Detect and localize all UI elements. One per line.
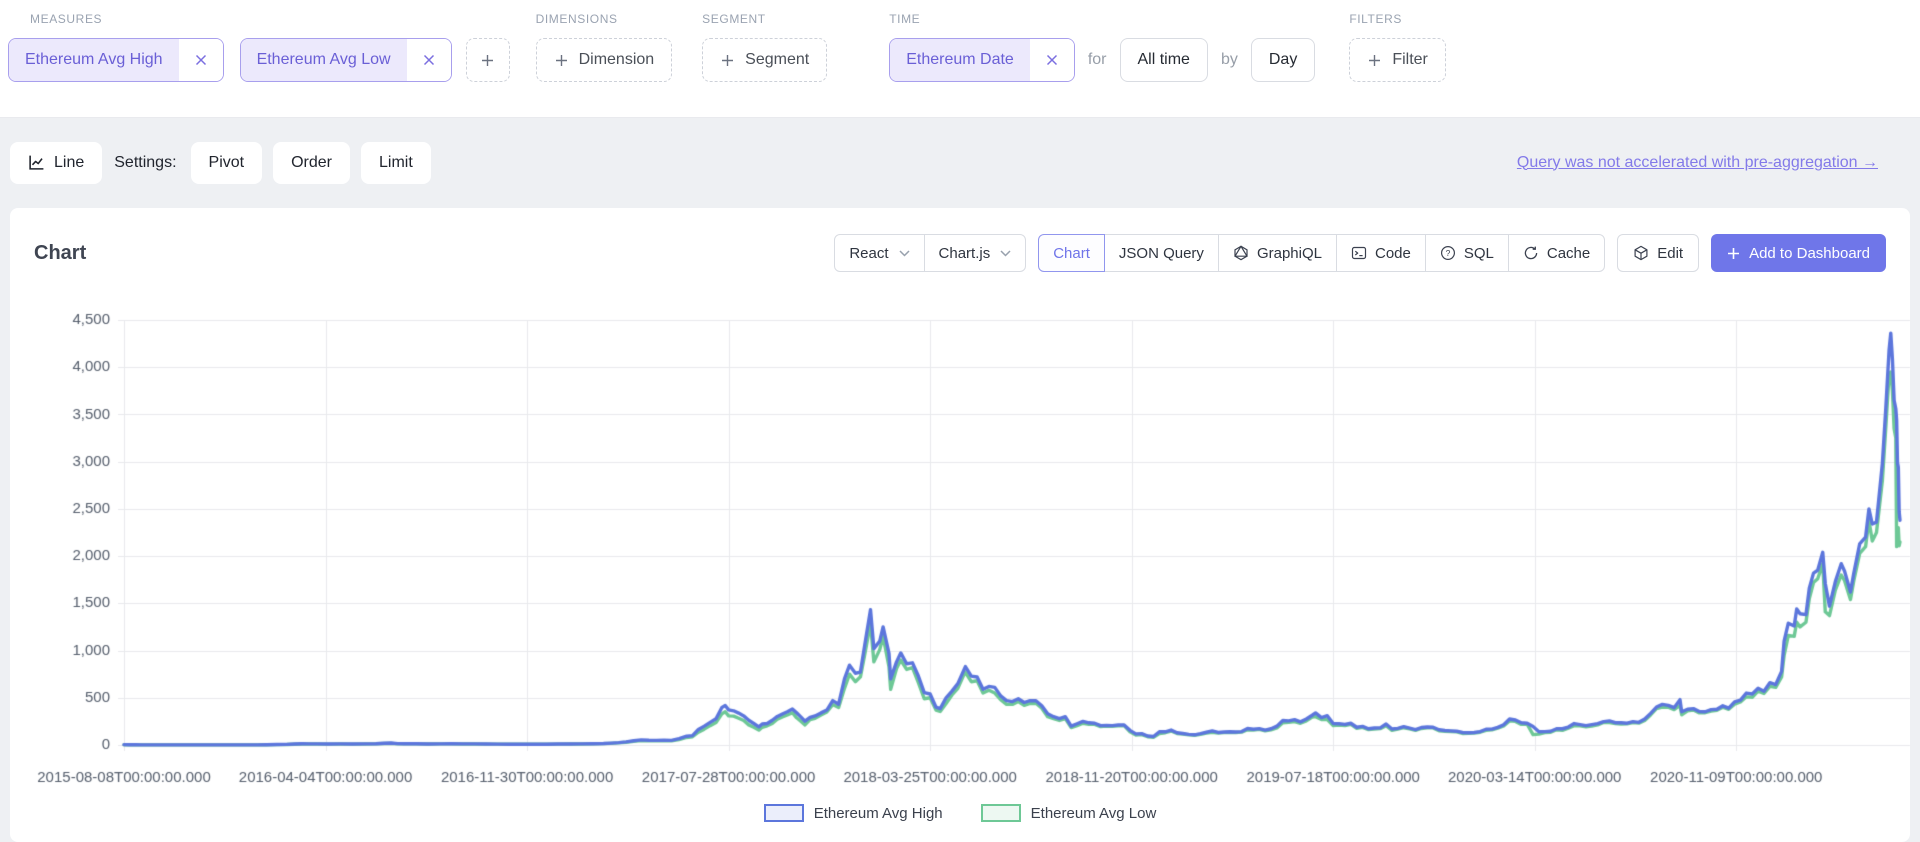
tab-cache[interactable]: Cache [1508, 234, 1605, 272]
tab-label: Cache [1547, 245, 1590, 262]
refresh-icon [1523, 245, 1539, 261]
add-filter-label: Filter [1392, 51, 1428, 69]
chart-card-header: Chart React Chart.js Chart [10, 208, 1910, 278]
add-to-dashboard-button[interactable]: Add to Dashboard [1711, 234, 1886, 272]
legend-swatch [981, 804, 1021, 822]
limit-button[interactable]: Limit [361, 142, 431, 184]
question-circle-icon: ? [1440, 245, 1456, 261]
chart-legend: Ethereum Avg High Ethereum Avg Low [10, 804, 1910, 822]
time-label: TIME [889, 12, 1315, 26]
chart-type-label: Line [54, 154, 84, 172]
add-segment-button[interactable]: Segment [702, 38, 827, 82]
library-select[interactable]: Chart.js [924, 234, 1027, 272]
add-to-dashboard-label: Add to Dashboard [1749, 245, 1870, 262]
legend-label: Ethereum Avg Low [1031, 805, 1157, 822]
remove-measure-icon[interactable] [179, 39, 223, 81]
dimensions-label: DIMENSIONS [536, 12, 673, 26]
framework-select[interactable]: React [834, 234, 924, 272]
terminal-icon [1351, 245, 1367, 261]
query-builder-bar: MEASURES Ethereum Avg High Ethereum Avg … [0, 0, 1920, 117]
add-filter-button[interactable]: Filter [1349, 38, 1446, 82]
tab-sql[interactable]: ? SQL [1425, 234, 1509, 272]
result-view-tabs: Chart JSON Query GraphiQL Code [1038, 234, 1605, 272]
tab-label: JSON Query [1119, 245, 1204, 262]
line-chart-canvas [20, 278, 1920, 798]
measure-chip-ethereum-avg-high[interactable]: Ethereum Avg High [8, 38, 224, 82]
legend-label: Ethereum Avg High [814, 805, 943, 822]
edit-button[interactable]: Edit [1617, 234, 1699, 272]
plus-icon [720, 53, 735, 68]
plus-icon [554, 53, 569, 68]
measures-section: MEASURES Ethereum Avg High Ethereum Avg … [8, 10, 510, 82]
by-label: by [1221, 51, 1238, 69]
chart-title: Chart [34, 242, 86, 265]
tab-json-query[interactable]: JSON Query [1104, 234, 1219, 272]
filters-section: FILTERS Filter [1349, 10, 1446, 82]
svg-text:?: ? [1445, 248, 1450, 258]
chart-card: Chart React Chart.js Chart [10, 208, 1910, 842]
framework-value: React [849, 245, 888, 262]
chart-header-actions: React Chart.js Chart JSON Query [834, 234, 1886, 272]
settings-toolbar: Line Settings: Pivot Order Limit Query w… [0, 117, 1920, 208]
graphql-icon [1233, 245, 1249, 261]
filters-label: FILTERS [1349, 12, 1446, 26]
legend-swatch [764, 804, 804, 822]
time-dimension-chip[interactable]: Ethereum Date [889, 38, 1075, 82]
chevron-down-icon [899, 250, 910, 257]
dimensions-section: DIMENSIONS Dimension [536, 10, 673, 82]
remove-measure-icon[interactable] [407, 39, 451, 81]
add-measure-button[interactable] [466, 38, 510, 82]
legend-item-avg-low[interactable]: Ethereum Avg Low [981, 804, 1157, 822]
tab-label: GraphiQL [1257, 245, 1322, 262]
add-dimension-button[interactable]: Dimension [536, 38, 673, 82]
preaggregation-notice-link[interactable]: Query was not accelerated with pre-aggre… [1517, 154, 1878, 172]
codesandbox-icon [1633, 245, 1649, 261]
date-range-button[interactable]: All time [1120, 38, 1208, 82]
framework-library-group: React Chart.js [834, 234, 1026, 272]
tab-chart[interactable]: Chart [1038, 234, 1105, 272]
for-label: for [1088, 51, 1107, 69]
plus-icon [1727, 247, 1740, 260]
pivot-button[interactable]: Pivot [191, 142, 263, 184]
time-chip-label: Ethereum Date [890, 39, 1030, 81]
granularity-button[interactable]: Day [1251, 38, 1315, 82]
edit-label: Edit [1657, 245, 1683, 262]
plus-icon [1367, 53, 1382, 68]
measure-chip-label: Ethereum Avg High [9, 39, 179, 81]
segment-section: SEGMENT Segment [702, 10, 827, 82]
settings-label: Settings: [114, 154, 176, 172]
tab-label: Chart [1053, 245, 1090, 262]
measure-chip-label: Ethereum Avg Low [241, 39, 407, 81]
legend-item-avg-high[interactable]: Ethereum Avg High [764, 804, 943, 822]
line-chart-icon [28, 154, 45, 171]
chevron-down-icon [1000, 250, 1011, 257]
time-section: TIME Ethereum Date for All time by Day [889, 10, 1315, 82]
chart-type-button[interactable]: Line [10, 142, 102, 184]
order-button[interactable]: Order [273, 142, 350, 184]
measure-chip-ethereum-avg-low[interactable]: Ethereum Avg Low [240, 38, 452, 82]
tab-code[interactable]: Code [1336, 234, 1426, 272]
library-value: Chart.js [939, 245, 991, 262]
tab-label: SQL [1464, 245, 1494, 262]
add-segment-label: Segment [745, 51, 809, 69]
plus-icon [480, 53, 495, 68]
add-dimension-label: Dimension [579, 51, 655, 69]
remove-time-dimension-icon[interactable] [1030, 39, 1074, 81]
tab-label: Code [1375, 245, 1411, 262]
measures-label: MEASURES [8, 12, 510, 26]
tab-graphiql[interactable]: GraphiQL [1218, 234, 1337, 272]
segment-label: SEGMENT [702, 12, 827, 26]
